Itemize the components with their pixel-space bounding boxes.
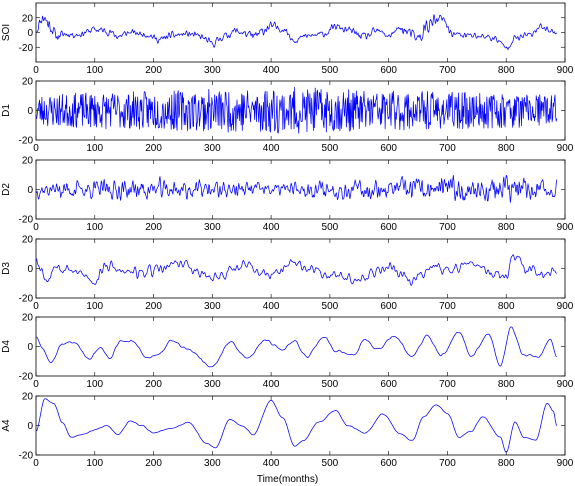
y-tick-label-soi: 20 [22, 13, 34, 24]
x-tick-label-d3: 200 [145, 301, 162, 312]
x-tick-label-a4: 0 [33, 458, 39, 469]
y-tick-label-a4: -20 [19, 451, 34, 462]
x-tick-label-d4: 900 [557, 379, 574, 390]
x-tick-label-a4: 800 [498, 458, 515, 469]
x-tick-label-d1: 800 [498, 143, 515, 154]
x-tick-label-d2: 600 [380, 222, 397, 233]
x-tick-label-soi: 800 [498, 65, 515, 76]
y-tick-label-d3: 20 [22, 235, 34, 246]
y-tick-label-d4: -20 [19, 372, 34, 383]
y-tick-label-d3: -20 [19, 294, 34, 305]
x-tick-label-d2: 200 [145, 222, 162, 233]
x-tick-label-d1: 400 [263, 143, 280, 154]
x-tick-label-soi: 700 [439, 65, 456, 76]
x-tick-label-d3: 900 [557, 301, 574, 312]
x-tick-label-soi: 300 [204, 65, 221, 76]
x-tick-label-a4: 300 [204, 458, 221, 469]
x-tick-label-d3: 700 [439, 301, 456, 312]
subplot-d2: -200200 100 200 300 400 500 600 700 800 900D2 [1, 156, 574, 234]
axes-frame-soi [35, 2, 566, 63]
x-tick-label-d2: 900 [557, 222, 574, 233]
x-tick-label-d4: 800 [498, 379, 515, 390]
y-axis-label-a4: A4 [1, 419, 12, 432]
x-tick-label-d1: 0 [33, 143, 39, 154]
x-tick-label-d4: 200 [145, 379, 162, 390]
x-tick-label-soi: 600 [380, 65, 397, 76]
x-tick-label-d3: 100 [86, 301, 103, 312]
x-tick-label-a4: 200 [145, 458, 162, 469]
x-tick-label-d2: 300 [204, 222, 221, 233]
x-tick-label-d4: 0 [33, 379, 39, 390]
x-tick-label-d2: 800 [498, 222, 515, 233]
x-tick-label-soi: 200 [145, 65, 162, 76]
x-tick-label-d3: 400 [263, 301, 280, 312]
y-tick-label-a4: 20 [22, 392, 34, 403]
x-tick-label-d1: 600 [380, 143, 397, 154]
x-tick-label-d2: 400 [263, 222, 280, 233]
x-axis-title: Time(months) [256, 474, 319, 485]
y-tick-label-soi: -20 [19, 43, 34, 54]
y-tick-label-d2: 20 [22, 156, 34, 167]
subplot-a4: -200200 100 200 300 400 500 600 700 800 900A4 [1, 392, 574, 470]
x-tick-label-a4: 600 [380, 458, 397, 469]
x-tick-label-d3: 300 [204, 301, 221, 312]
y-tick-label-d1: -20 [19, 136, 34, 147]
x-tick-label-d2: 0 [33, 222, 39, 233]
x-tick-label-a4: 700 [439, 458, 456, 469]
y-axis-label-d4: D4 [1, 340, 12, 353]
x-tick-label-d2: 700 [439, 222, 456, 233]
x-tick-label-d1: 900 [557, 143, 574, 154]
x-tick-label-a4: 500 [322, 458, 339, 469]
subplot-d3: -200200 100 200 300 400 500 600 700 800 900D3 [1, 235, 574, 313]
x-tick-label-soi: 400 [263, 65, 280, 76]
x-tick-label-soi: 100 [86, 65, 103, 76]
subplot-d1: -200200 100 200 300 400 500 600 700 800 900D1 [1, 77, 574, 155]
axes-frame-d4 [35, 316, 566, 377]
x-tick-label-a4: 400 [263, 458, 280, 469]
y-axis-label-d1: D1 [1, 104, 12, 117]
x-tick-label-d3: 0 [33, 301, 39, 312]
x-tick-label-d1: 300 [204, 143, 221, 154]
stacked-line-chart-figure: -200200 100 200 300 400 500 600 700 800 900SOI-20… [1, 2, 574, 470]
x-tick-label-d4: 400 [263, 379, 280, 390]
y-tick-label-d3: 0 [27, 264, 33, 275]
axes-frame-d2 [35, 159, 566, 220]
x-tick-label-d1: 700 [439, 143, 456, 154]
x-tick-label-d3: 800 [498, 301, 515, 312]
x-tick-label-a4: 900 [557, 458, 574, 469]
y-axis-label-d2: D2 [1, 183, 12, 196]
x-tick-label-d1: 200 [145, 143, 162, 154]
y-tick-label-d1: 0 [27, 106, 33, 117]
subplot-soi: -200200 100 200 300 400 500 600 700 800 900SOI [1, 2, 574, 76]
y-tick-label-d4: 20 [22, 313, 34, 324]
x-tick-label-d4: 700 [439, 379, 456, 390]
x-tick-label-d4: 600 [380, 379, 397, 390]
y-tick-label-d1: 20 [22, 77, 34, 88]
x-tick-label-soi: 900 [557, 65, 574, 76]
y-tick-label-soi: 0 [27, 28, 33, 39]
x-tick-label-d4: 300 [204, 379, 221, 390]
y-tick-label-a4: 0 [27, 421, 33, 432]
x-tick-label-a4: 100 [86, 458, 103, 469]
x-tick-label-d4: 100 [86, 379, 103, 390]
y-tick-label-d2: -20 [19, 215, 34, 226]
x-tick-label-d1: 100 [86, 143, 103, 154]
x-tick-label-d3: 500 [322, 301, 339, 312]
x-tick-label-soi: 0 [33, 65, 39, 76]
y-tick-label-d2: 0 [27, 185, 33, 196]
x-tick-label-d4: 500 [322, 379, 339, 390]
axes-frame-a4 [35, 395, 566, 456]
x-tick-label-soi: 500 [322, 65, 339, 76]
y-tick-label-d4: 0 [27, 342, 33, 353]
y-axis-label-soi: SOI [1, 24, 12, 41]
x-tick-label-d1: 500 [322, 143, 339, 154]
y-axis-label-d3: D3 [1, 262, 12, 275]
x-tick-label-d3: 600 [380, 301, 397, 312]
x-tick-label-d2: 500 [322, 222, 339, 233]
subplot-d4: -200200 100 200 300 400 500 600 700 800 900D4 [1, 313, 574, 391]
x-tick-label-d2: 100 [86, 222, 103, 233]
